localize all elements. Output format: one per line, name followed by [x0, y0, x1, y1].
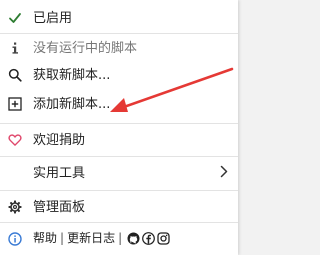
footer-separator: | — [60, 231, 65, 245]
gear-icon — [8, 200, 22, 214]
get-scripts-label: 获取新脚本... — [33, 67, 111, 83]
menu-item-enabled-label: 已启用 — [33, 10, 73, 26]
instagram-icon[interactable] — [157, 231, 170, 245]
utilities-label: 实用工具 — [33, 165, 86, 181]
plus-box-icon — [8, 97, 22, 111]
menu-item-no-scripts: 没有运行中的脚本 — [0, 35, 238, 61]
popup-menu: 已启用 没有运行中的脚本 获取新脚本... 添加新脚本... 欢迎捐助 实用工具 — [0, 0, 238, 255]
divider — [0, 156, 238, 157]
facebook-icon[interactable] — [142, 231, 156, 245]
donate-label: 欢迎捐助 — [33, 132, 86, 148]
github-icon[interactable] — [127, 232, 140, 245]
footer: 帮助 | 更新日志 | — [0, 226, 238, 250]
menu-item-get-scripts[interactable]: 获取新脚本... — [0, 62, 238, 88]
no-scripts-label: 没有运行中的脚本 — [33, 40, 138, 56]
divider — [0, 222, 238, 223]
dashboard-label: 管理面板 — [33, 199, 86, 215]
menu-item-donate[interactable]: 欢迎捐助 — [0, 127, 238, 153]
divider — [0, 123, 238, 124]
divider — [0, 190, 238, 191]
menu-item-utilities[interactable]: 实用工具 — [0, 160, 238, 186]
chevron-right-icon — [220, 165, 228, 181]
info-icon — [8, 41, 22, 55]
add-script-label: 添加新脚本... — [33, 96, 111, 112]
footer-separator: | — [118, 231, 123, 245]
heart-icon — [8, 133, 22, 147]
help-link[interactable]: 帮助 — [33, 230, 57, 246]
menu-item-add-script[interactable]: 添加新脚本... — [0, 91, 238, 117]
check-icon — [8, 11, 22, 25]
search-icon — [8, 68, 22, 82]
changelog-link[interactable]: 更新日志 — [67, 230, 115, 246]
info-icon — [8, 231, 22, 246]
menu-item-enabled[interactable]: 已启用 — [0, 5, 238, 31]
menu-item-dashboard[interactable]: 管理面板 — [0, 194, 238, 220]
divider — [0, 33, 238, 34]
